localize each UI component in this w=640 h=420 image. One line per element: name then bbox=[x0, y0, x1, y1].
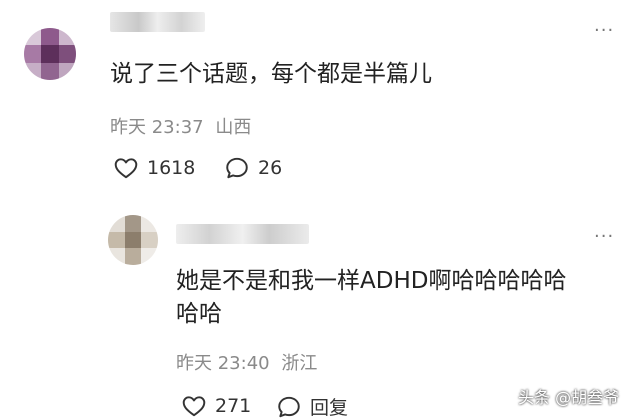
heart-icon bbox=[181, 393, 207, 419]
reply-like-button[interactable]: 271 bbox=[181, 393, 251, 419]
reply-more-options-icon[interactable]: ··· bbox=[594, 228, 614, 246]
like-button[interactable]: 1618 bbox=[113, 155, 195, 181]
reply-label: 回复 bbox=[310, 397, 349, 419]
comment-location: 山西 bbox=[215, 117, 252, 138]
more-options-icon[interactable]: ··· bbox=[594, 22, 614, 40]
reply-count: 26 bbox=[258, 157, 283, 179]
reply-commenter-avatar[interactable] bbox=[108, 215, 158, 265]
reply-reply-button[interactable]: 回复 bbox=[276, 393, 348, 420]
comment-text: 说了三个话题，每个都是半篇儿 bbox=[110, 61, 432, 87]
reply-commenter-name-blurred[interactable] bbox=[176, 224, 309, 244]
like-count: 1618 bbox=[147, 157, 196, 179]
platform-watermark: 头条 @胡叁爷 bbox=[518, 388, 620, 407]
comment-date: 昨天 23:37 bbox=[110, 117, 204, 138]
reply-comment-meta: 昨天 23:40 浙江 bbox=[176, 349, 317, 375]
commenter-avatar[interactable] bbox=[24, 28, 76, 80]
reply-comment-date: 昨天 23:40 bbox=[176, 353, 270, 374]
comment-meta: 昨天 23:37 山西 bbox=[110, 113, 251, 139]
comment-bubble-icon bbox=[276, 394, 302, 420]
reply-button[interactable]: 26 bbox=[224, 155, 282, 181]
reply-comment-text-line2: 哈哈 bbox=[176, 301, 222, 327]
comment-bubble-icon bbox=[224, 155, 250, 181]
reply-comment-text-line1: 她是不是和我一样ADHD啊哈哈哈哈哈 bbox=[176, 268, 567, 294]
commenter-name-blurred[interactable] bbox=[110, 12, 205, 32]
reply-comment-location: 浙江 bbox=[281, 353, 318, 374]
heart-icon bbox=[113, 155, 139, 181]
